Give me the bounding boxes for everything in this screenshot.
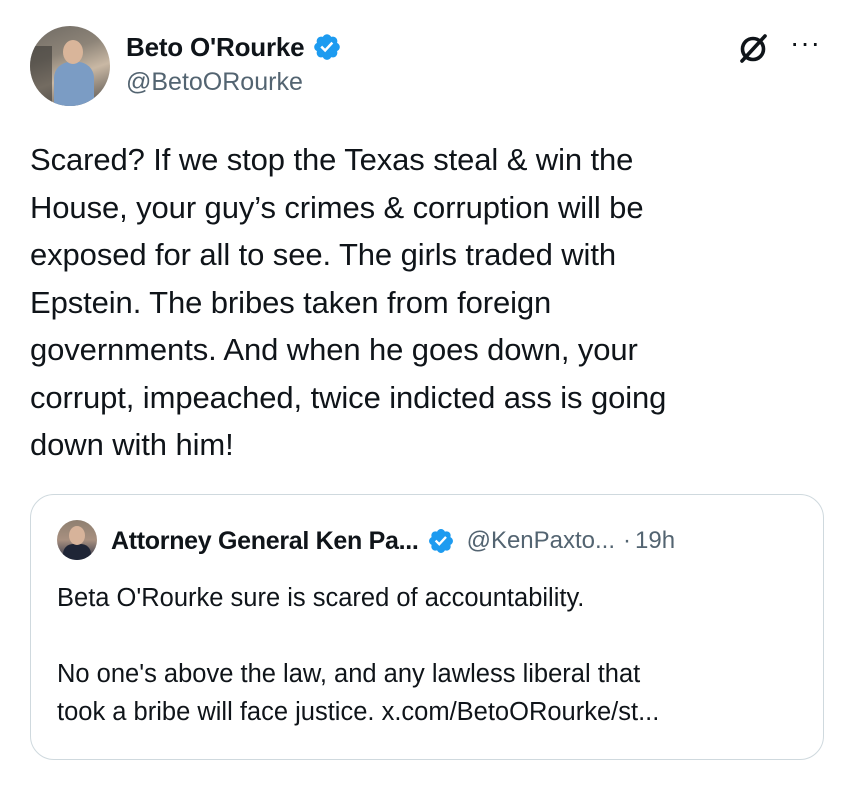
quoted-author-handle[interactable]: @KenPaxto... [467, 527, 615, 555]
quoted-header: Attorney General Ken Pa... @KenPaxto... … [111, 523, 675, 559]
quoted-avatar-face [69, 526, 85, 545]
quoted-tweet[interactable]: Attorney General Ken Pa... @KenPaxto... … [30, 494, 824, 760]
separator-dot: · [623, 527, 632, 554]
quoted-text: Beta O'Rourke sure is scared of accounta… [57, 584, 660, 726]
author-avatar[interactable] [30, 26, 110, 106]
author-name-row: Beto O'Rourke [126, 30, 342, 64]
quoted-author-name[interactable]: Attorney General Ken Pa... [111, 527, 419, 556]
author-name[interactable]: Beto O'Rourke [126, 32, 305, 63]
avatar-figure-head [63, 40, 83, 64]
avatar-background [30, 46, 52, 106]
grok-icon[interactable] [735, 30, 771, 66]
tweet-text: Scared? If we stop the Texas steal & win… [30, 142, 667, 462]
author-handle[interactable]: @BetoORourke [126, 68, 342, 97]
verified-badge-icon [314, 34, 341, 60]
verified-badge-icon [428, 529, 453, 553]
more-icon[interactable]: ··· [790, 29, 826, 57]
avatar-figure-body [54, 62, 94, 106]
quoted-author-avatar[interactable] [57, 520, 97, 560]
quoted-avatar-suit [63, 544, 91, 560]
author-block: Beto O'Rourke @BetoORourke [126, 30, 342, 97]
tweet[interactable]: Beto O'Rourke @BetoORourke ··· Scared? I… [0, 0, 852, 800]
quoted-timestamp[interactable]: 19h [635, 527, 675, 555]
